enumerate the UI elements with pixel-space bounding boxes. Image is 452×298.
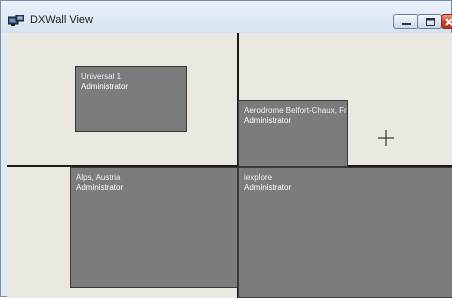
- minimize-button[interactable]: [393, 14, 419, 29]
- tile-user-name: Administrator: [76, 183, 124, 192]
- tile-window-name: Aerodrome Belfort-Chaux, Fr: [244, 106, 347, 115]
- dxwall-app-icon[interactable]: [7, 14, 25, 26]
- tile-user-name: Administrator: [81, 82, 129, 91]
- wall-window-tile[interactable]: Alps, Austria Administrator: [70, 167, 238, 288]
- tile-window-name: Alps, Austria: [76, 173, 121, 182]
- tile-window-name: iexplore: [244, 173, 273, 182]
- window-title: DXWall View: [30, 14, 93, 26]
- wall-window-tile[interactable]: iexplore Administrator: [238, 167, 452, 298]
- tile-user-name: Administrator: [244, 116, 292, 125]
- crosshair-cursor-icon: [378, 130, 394, 146]
- maximize-icon: [426, 18, 435, 26]
- title-bar[interactable]: DXWall View: [1, 1, 452, 33]
- dxwall-window: DXWall View Universal 1 Administrator Ae…: [0, 0, 452, 298]
- wall-window-tile[interactable]: Aerodrome Belfort-Chaux, Fr Administrato…: [238, 100, 348, 167]
- tile-window-name: Universal 1: [81, 72, 122, 81]
- video-wall-canvas[interactable]: Universal 1 Administrator Aerodrome Belf…: [7, 33, 452, 298]
- close-button[interactable]: [441, 14, 452, 29]
- maximize-button[interactable]: [417, 14, 442, 29]
- wall-window-tile[interactable]: Universal 1 Administrator: [75, 66, 187, 132]
- tile-user-name: Administrator: [244, 183, 292, 192]
- close-icon: [445, 18, 452, 26]
